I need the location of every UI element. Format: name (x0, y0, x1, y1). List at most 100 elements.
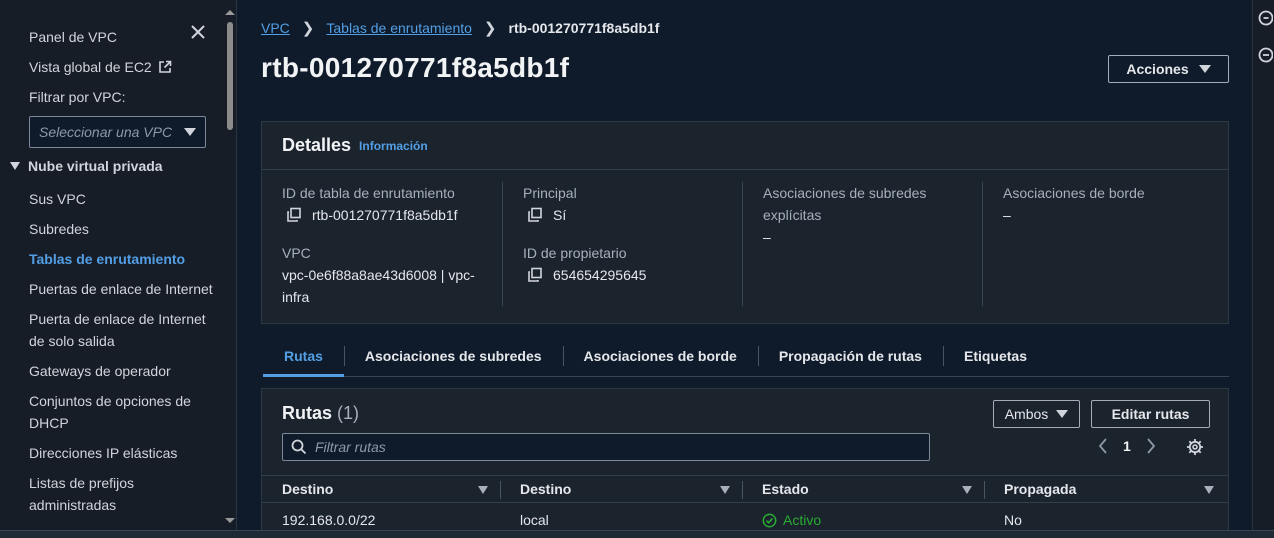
details-panel: Detalles Información ID de tabla de enru… (261, 121, 1229, 324)
taskbar (0, 530, 1274, 538)
info-circle-icon[interactable] (1257, 47, 1273, 63)
sidebar-item-your-vpcs[interactable]: Sus VPC (29, 188, 214, 210)
sidebar-nav: Sus VPC Subredes Tablas de enrutamiento … (29, 188, 214, 524)
breadcrumb: VPC ❯ Tablas de enrutamiento ❯ rtb-00127… (261, 19, 659, 37)
sidebar-item-vpc-dashboard[interactable]: Panel de VPC (29, 22, 212, 52)
sidebar-item-ec2-global-view[interactable]: Vista global de EC2 (29, 52, 212, 82)
routes-title-text: Rutas (282, 403, 333, 423)
scroll-down-icon[interactable] (225, 518, 235, 523)
route-table-id-group: ID de tabla de enrutamiento rtb-00127077… (282, 182, 488, 226)
main-group: Principal Sí (523, 182, 728, 226)
vpc-group: VPC vpc-0e6f88a8ae43d6008 | vpc-infra (282, 242, 488, 308)
filter-vpc-label: Filtrar por VPC: (29, 89, 126, 105)
column-header-destination[interactable]: Destino (262, 476, 500, 502)
tab-tags[interactable]: Etiquetas (942, 335, 1048, 376)
filter-routes-field[interactable] (282, 433, 930, 461)
column-header-label: Destino (520, 481, 572, 497)
notifications-icon[interactable] (1257, 10, 1273, 26)
chevron-left-icon[interactable] (1097, 437, 1109, 455)
page-title: rtb-001270771f8a5db1f (261, 52, 570, 83)
tab-subnet-associations[interactable]: Asociaciones de subredes (343, 335, 563, 376)
route-type-select[interactable]: Ambos (993, 400, 1080, 428)
sidebar-section-title: Nube virtual privada (28, 158, 163, 174)
copy-icon[interactable] (286, 207, 302, 223)
gear-icon[interactable] (1186, 438, 1204, 456)
breadcrumb-route-tables[interactable]: Tablas de enrutamiento (326, 20, 472, 36)
sidebar-item-label: Vista global de EC2 (29, 59, 152, 75)
column-header-label: Estado (762, 481, 809, 497)
table-header: Destino Destino Estado Propagada (262, 475, 1228, 503)
cell-propagated: No (1004, 512, 1022, 528)
sidebar-item-subnets[interactable]: Subredes (29, 218, 214, 240)
current-page[interactable]: 1 (1123, 438, 1131, 454)
vpc-link[interactable]: vpc-0e6f88a8ae43d6008 | vpc-infra (282, 264, 488, 308)
sidebar-item-label: Panel de VPC (29, 29, 117, 45)
sort-icon[interactable] (720, 486, 730, 494)
scrollbar-thumb[interactable] (227, 22, 233, 130)
vpc-label: VPC (282, 245, 311, 261)
column-header-target[interactable]: Destino (500, 476, 742, 502)
route-table-id-label: ID de tabla de enrutamiento (282, 185, 455, 201)
sort-icon[interactable] (962, 486, 972, 494)
edge-associations-value: – (1003, 207, 1011, 223)
edit-routes-label: Editar rutas (1111, 406, 1190, 422)
sidebar-item-managed-prefix-lists[interactable]: Listas de prefijos administradas (29, 472, 214, 516)
sidebar-item-egress-only-gateways[interactable]: Puerta de enlace de Internet de solo sal… (29, 308, 214, 352)
tab-routes[interactable]: Rutas (263, 335, 344, 377)
info-link[interactable]: Información (359, 139, 428, 153)
sidebar-scrollbar[interactable] (225, 8, 235, 523)
main-content: VPC ❯ Tablas de enrutamiento ❯ rtb-00127… (237, 0, 1252, 530)
right-rail (1252, 0, 1274, 530)
sort-icon[interactable] (1204, 486, 1214, 494)
close-icon[interactable] (190, 24, 206, 40)
sidebar: Panel de VPC Vista global de EC2 Filtrar… (0, 0, 237, 530)
column-header-propagated[interactable]: Propagada (984, 476, 1226, 502)
owner-label: ID de propietario (523, 245, 627, 261)
cell-destination: 192.168.0.0/22 (282, 512, 376, 528)
breadcrumb-current: rtb-001270771f8a5db1f (508, 20, 660, 36)
sidebar-item-elastic-ips[interactable]: Direcciones IP elásticas (29, 442, 214, 464)
actions-button[interactable]: Acciones (1108, 55, 1229, 83)
routes-count: (1) (337, 403, 360, 423)
details-columns: ID de tabla de enrutamiento rtb-00127077… (262, 170, 1228, 306)
tabs: Rutas Asociaciones de subredes Asociacio… (263, 335, 1229, 377)
actions-button-label: Acciones (1126, 61, 1189, 77)
owner-value-text: 654654295645 (553, 267, 647, 283)
owner-value: 654654295645 (523, 264, 728, 286)
copy-icon[interactable] (527, 207, 543, 223)
table-row[interactable]: 192.168.0.0/22 local Activo No (262, 508, 1228, 530)
tab-route-propagation[interactable]: Propagación de rutas (757, 335, 943, 376)
cell-status: Activo (742, 508, 984, 530)
main-label: Principal (523, 185, 577, 201)
status-text: Activo (783, 512, 822, 528)
details-title: Detalles (282, 135, 352, 155)
owner-group: ID de propietario 654654295645 (523, 242, 728, 286)
check-circle-icon (762, 513, 777, 527)
edit-routes-button[interactable]: Editar rutas (1091, 400, 1210, 428)
vpc-filter-select[interactable]: Seleccionar una VPC (29, 116, 206, 148)
chevron-right-icon[interactable] (1145, 437, 1157, 455)
route-type-label: Ambos (1004, 406, 1049, 422)
filter-routes-input[interactable] (315, 439, 915, 455)
caret-down-icon (1056, 410, 1069, 418)
caret-down-icon (10, 162, 20, 170)
tab-edge-associations[interactable]: Asociaciones de borde (562, 335, 758, 376)
details-header: Detalles Información (262, 122, 1228, 170)
chevron-down-icon (184, 128, 196, 136)
sidebar-item-dhcp-option-sets[interactable]: Conjuntos de opciones de DHCP (29, 390, 214, 434)
breadcrumb-vpc[interactable]: VPC (261, 20, 290, 36)
column-header-label: Propagada (1004, 481, 1077, 497)
scroll-up-icon[interactable] (225, 10, 235, 15)
copy-icon[interactable] (527, 267, 543, 283)
routes-panel: Rutas (1) Ambos Editar rutas 1 (261, 388, 1229, 530)
sidebar-item-internet-gateways[interactable]: Puertas de enlace de Internet (29, 278, 214, 300)
details-column-4: Asociaciones de borde – (982, 182, 1222, 306)
caret-down-icon (1198, 65, 1211, 73)
sidebar-section-vpc[interactable]: Nube virtual privada (10, 158, 163, 174)
details-column-1: ID de tabla de enrutamiento rtb-00127077… (262, 182, 502, 306)
column-header-status[interactable]: Estado (742, 476, 984, 502)
sidebar-item-carrier-gateways[interactable]: Gateways de operador (29, 360, 214, 382)
search-icon (291, 439, 307, 455)
sidebar-item-route-tables[interactable]: Tablas de enrutamiento (29, 248, 214, 270)
sort-icon[interactable] (478, 486, 488, 494)
